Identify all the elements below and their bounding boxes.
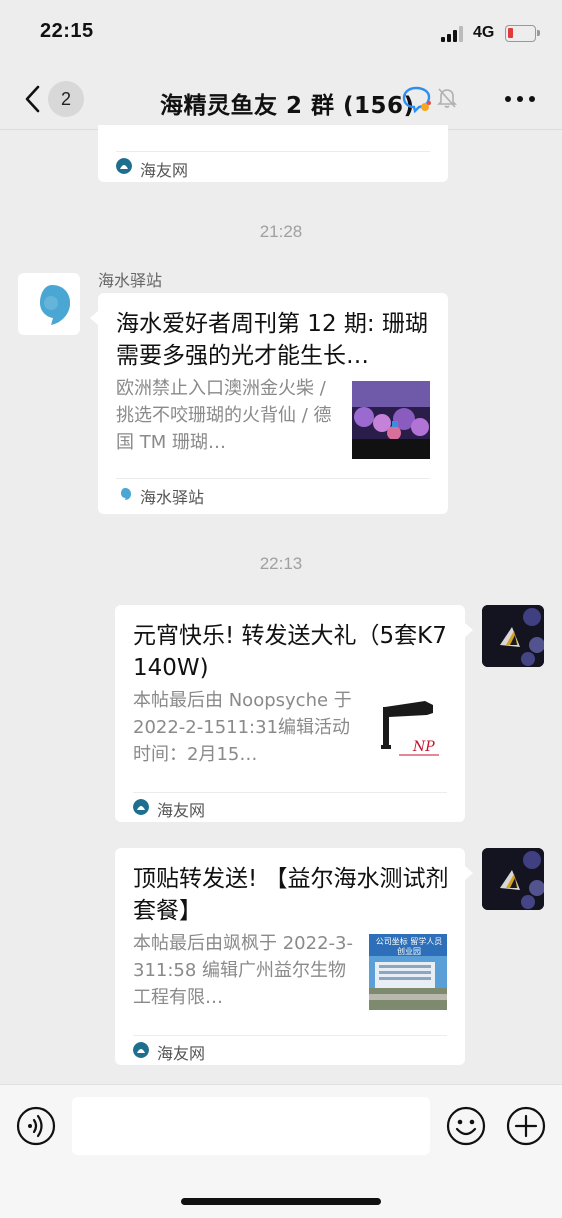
card-source-label: 海友网: [157, 801, 206, 820]
haiyou-source-icon: [133, 1042, 149, 1058]
card-description: 本帖最后由飒枫于 2022-3-311:58 编辑广州益尔生物工程有限…: [133, 933, 353, 1008]
card-title: 元宵快乐! 转发送大礼（5套K7 140W): [133, 623, 447, 681]
card-description: 本帖最后由 Noopsyche 于 2022-2-1511:31编辑活动时间：2…: [133, 690, 352, 765]
avatar[interactable]: [18, 273, 80, 335]
link-card[interactable]: 海水爱好者周刊第 12 期: 珊瑚需要多强的光才能生长… 欧洲禁止入口澳洲金火柴…: [98, 293, 448, 514]
back-icon[interactable]: [22, 84, 44, 114]
status-bar: 22:15 4G: [0, 0, 562, 70]
sender-name: 海水驿站: [98, 271, 163, 290]
voice-input-icon[interactable]: [16, 1106, 56, 1146]
shuizhan-source-icon: [121, 488, 131, 500]
card-thumbnail: NP: [369, 693, 447, 771]
haiyou-source-icon: [116, 158, 132, 174]
card-source-label: 海友网: [157, 1044, 206, 1063]
card-title: 海水爱好者周刊第 12 期: 珊瑚需要多强的光才能生长…: [116, 311, 428, 369]
card-description: 欧洲禁止入口澳洲金火柴 / 挑选不咬珊瑚的火背仙 / 德国 TM 珊瑚…: [116, 378, 332, 453]
message-input[interactable]: [72, 1097, 430, 1155]
avatar[interactable]: [482, 605, 544, 667]
haiyou-source-icon: [133, 799, 149, 815]
signal-icon: [441, 26, 465, 42]
svg-text:NP: NP: [412, 739, 435, 755]
input-bar: [0, 1084, 562, 1218]
time-separator: 21:28: [259, 222, 303, 241]
link-card[interactable]: 元宵快乐! 转发送大礼（5套K7 140W) 本帖最后由 Noopsyche 于…: [115, 605, 465, 822]
card-title: 顶贴转发送! 【益尔海水测试剂套餐】: [133, 866, 449, 924]
emoji-icon[interactable]: [446, 1106, 486, 1146]
home-indicator: [181, 1198, 381, 1205]
plus-icon[interactable]: [506, 1106, 546, 1146]
avatar[interactable]: [482, 848, 544, 910]
status-time: 22:15: [40, 20, 94, 42]
mute-bell-icon: [437, 88, 457, 108]
unread-badge[interactable]: 2: [48, 81, 84, 117]
network-label: 4G: [473, 24, 495, 41]
time-separator: 22:13: [259, 554, 303, 573]
card-source-label: 海友网: [140, 161, 189, 180]
card-source-label: 海水驿站: [140, 488, 205, 507]
battery-icon: [505, 25, 540, 42]
thumbnail-caption: 公司坐标 留学人员创业园: [375, 937, 443, 956]
link-card[interactable]: 海友网: [98, 125, 448, 182]
card-thumbnail: [352, 381, 430, 459]
enterprise-chat-icon: [402, 86, 431, 113]
chat-title: 海精灵鱼友 2 群 (156): [160, 93, 415, 119]
link-card[interactable]: 顶贴转发送! 【益尔海水测试剂套餐】 本帖最后由飒枫于 2022-3-311:5…: [115, 848, 465, 1065]
more-icon[interactable]: [505, 96, 535, 104]
